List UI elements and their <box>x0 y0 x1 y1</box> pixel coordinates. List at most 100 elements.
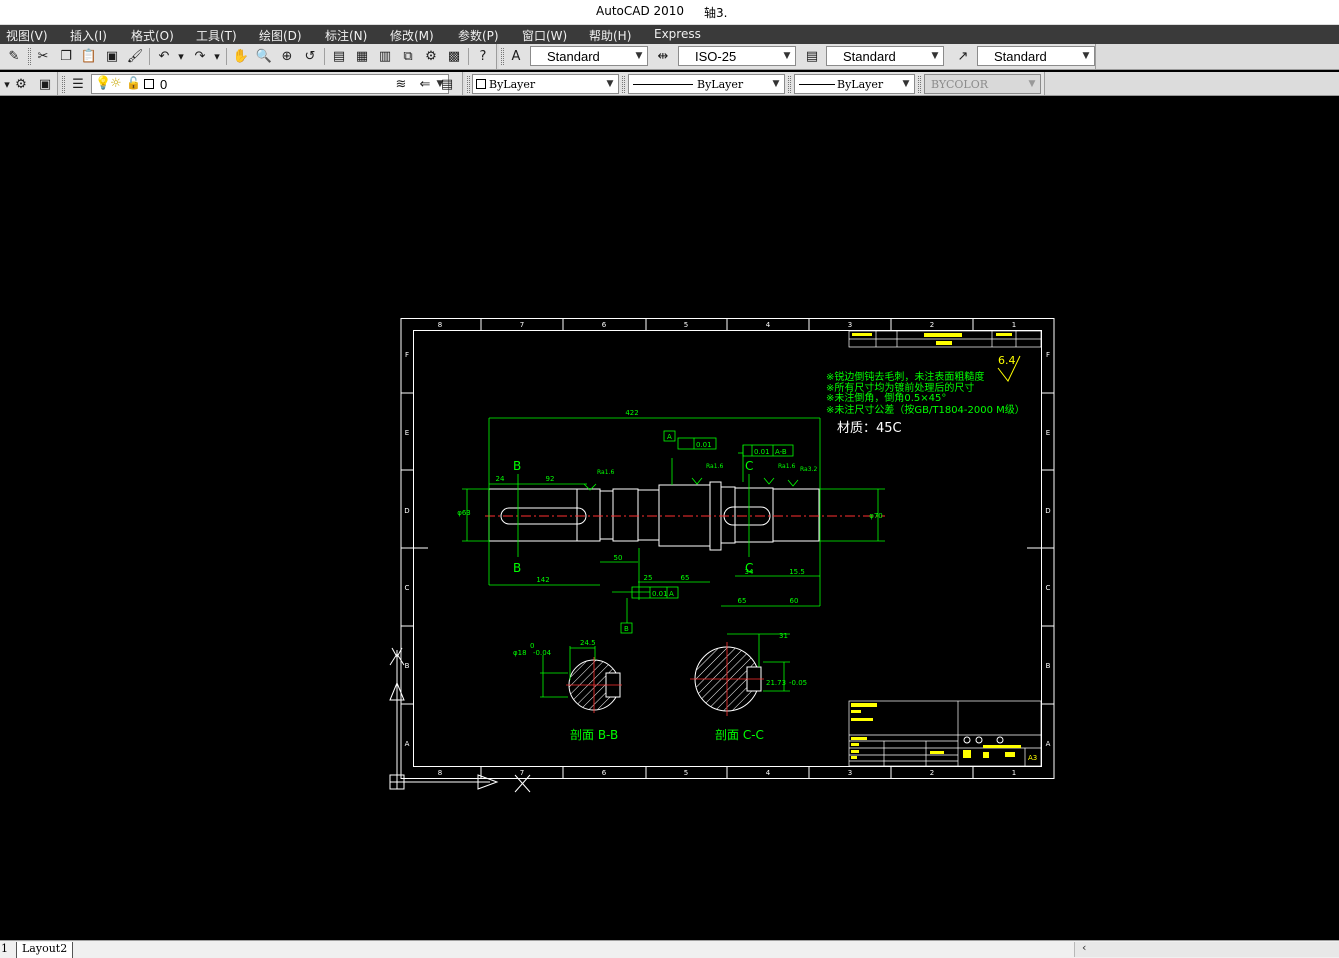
paste-block-icon[interactable]: ▣ <box>103 47 121 65</box>
zoom-previous-icon[interactable]: ↺ <box>301 47 319 65</box>
table-style-value: Standard <box>843 49 896 64</box>
tab-layout-partial[interactable]: 1 <box>1 942 8 958</box>
chevron-down-icon: ▼ <box>1082 51 1090 61</box>
undo-icon[interactable]: ↶ <box>155 47 173 65</box>
tab-layout2[interactable]: Layout2 <box>16 942 74 958</box>
menu-window[interactable]: 窗口(W) <box>522 27 567 44</box>
note-line: ※未注尺寸公差（按GB/T1804-2000 M级） <box>826 403 1025 416</box>
zone-col-label: 8 <box>438 769 442 777</box>
sheet-size: A3 <box>1028 754 1037 762</box>
workspace-toolbar: ▾ ⚙ ▣ <box>0 72 58 95</box>
help-icon[interactable]: ? <box>474 47 492 65</box>
zoom-realtime-icon[interactable]: 🔍 <box>255 47 273 65</box>
dim-style-select[interactable]: ISO-25 ▼ <box>678 46 796 66</box>
lightbulb-icon: 💡 <box>95 76 112 91</box>
layer-color-swatch <box>144 79 154 89</box>
color-value: ByLayer <box>489 78 536 91</box>
roughness-mark: Ra3.2 <box>800 466 817 473</box>
material-label: 材质：45C <box>837 421 902 436</box>
toolbar-grip[interactable] <box>467 76 470 93</box>
match-properties-icon[interactable]: 🖌 <box>126 47 144 65</box>
menu-tools[interactable]: 工具(T) <box>196 27 237 44</box>
toolbar-grip[interactable] <box>788 76 791 93</box>
publish-icon[interactable]: ✎ <box>5 47 23 65</box>
paste-icon[interactable]: 📋 <box>80 47 98 65</box>
multileader-style-icon[interactable]: ↗ <box>954 47 972 65</box>
zone-row-label: E <box>405 429 409 437</box>
dim-65a: 65 <box>681 574 690 582</box>
autocad-window: AutoCAD 2010 轴3. 视图(V) 插入(I) 格式(O) 工具(T)… <box>0 0 1339 958</box>
zone-row-label: A <box>405 740 410 748</box>
workspace-settings-icon[interactable]: ⚙ <box>12 75 30 93</box>
zone-row-label: C <box>405 584 410 592</box>
zone-col-label: 3 <box>848 769 852 777</box>
scroll-left-icon[interactable]: ‹ <box>1082 941 1086 954</box>
make-current-layer-icon[interactable]: ≋ <box>392 75 410 93</box>
toolbar-grip[interactable] <box>622 76 625 93</box>
sheet-set-icon[interactable]: ⧉ <box>399 47 417 65</box>
redo-icon[interactable]: ↷ <box>191 47 209 65</box>
zone-row-label: E <box>1046 429 1050 437</box>
menu-help[interactable]: 帮助(H) <box>589 27 631 44</box>
zone-row-label: F <box>1046 351 1050 359</box>
table-style-icon[interactable]: ▤ <box>803 47 821 65</box>
menu-draw[interactable]: 绘图(D) <box>259 27 302 44</box>
lock-open-icon: 🔓 <box>126 76 141 90</box>
menu-insert[interactable]: 插入(I) <box>70 27 107 44</box>
table-style-select[interactable]: Standard ▼ <box>826 46 944 66</box>
dim-65b: 65 <box>738 597 747 605</box>
styles-toolbar: A Standard ▼ ⇹ ISO-25 ▼ ▤ Standard ▼ ↗ S… <box>499 44 1096 69</box>
cut-icon[interactable]: ✂ <box>34 47 52 65</box>
dim-phi63: φ63 <box>457 509 471 517</box>
toolbar-grip[interactable] <box>62 76 65 93</box>
toolbar-grip[interactable] <box>501 48 504 65</box>
text-style-value: Standard <box>547 49 600 64</box>
toolbar-grip[interactable] <box>28 48 31 65</box>
gdt-value: 0.01 <box>754 448 770 456</box>
lineweight-select[interactable]: ByLayer ▼ <box>794 74 915 94</box>
save-workspace-icon[interactable]: ▣ <box>36 75 54 93</box>
menu-modify[interactable]: 修改(M) <box>390 27 434 44</box>
menu-parametric[interactable]: 参数(P) <box>458 27 499 44</box>
zone-col-label: 6 <box>602 769 607 777</box>
text-style-icon[interactable]: A <box>507 47 525 65</box>
quickcalc-icon[interactable]: ▩ <box>445 47 463 65</box>
dim-style-icon[interactable]: ⇹ <box>654 47 672 65</box>
color-select[interactable]: ByLayer ▼ <box>472 74 619 94</box>
layer-manager-icon[interactable]: ☰ <box>69 75 87 93</box>
multileader-style-select[interactable]: Standard ▼ <box>977 46 1095 66</box>
markup-icon[interactable]: ⚙ <box>422 47 440 65</box>
horizontal-scrollbar[interactable] <box>1074 942 1339 957</box>
design-center-icon[interactable]: ▦ <box>353 47 371 65</box>
tool-palettes-icon[interactable]: ▥ <box>376 47 394 65</box>
dim-overall: 422 <box>625 409 638 417</box>
menu-format[interactable]: 格式(O) <box>131 27 174 44</box>
zone-col-label: 5 <box>684 769 688 777</box>
pan-icon[interactable]: ✋ <box>232 47 250 65</box>
linetype-select[interactable]: ByLayer ▼ <box>628 74 785 94</box>
drawing-canvas[interactable]: 8 7 6 5 4 3 2 1 8 7 6 5 4 3 2 1 F E D C <box>0 96 1339 940</box>
undo-dropdown-icon[interactable]: ▾ <box>172 47 190 65</box>
dim-25: 25 <box>644 574 653 582</box>
separator <box>468 48 469 65</box>
gdt-value: 0.01 <box>652 590 668 598</box>
zone-col-label: 1 <box>1012 321 1016 329</box>
redo-dropdown-icon[interactable]: ▾ <box>208 47 226 65</box>
menu-express[interactable]: Express <box>654 27 701 41</box>
copy-icon[interactable]: ❐ <box>57 47 75 65</box>
text-style-select[interactable]: Standard ▼ <box>530 46 648 66</box>
plot-style-value: BYCOLOR <box>931 78 988 91</box>
zone-col-label: 2 <box>930 321 934 329</box>
properties-icon[interactable]: ▤ <box>330 47 348 65</box>
layer-previous-icon[interactable]: ⇐ <box>416 75 434 93</box>
dim-92: 92 <box>546 475 555 483</box>
lineweight-value: ByLayer <box>837 78 884 91</box>
zoom-window-icon[interactable]: ⊕ <box>278 47 296 65</box>
toolbar-grip[interactable] <box>918 76 921 93</box>
layout-tabs-bar: 1 Layout2 ‹ <box>0 940 1339 958</box>
menu-view[interactable]: 视图(V) <box>6 27 48 44</box>
roughness-value: 6.4 <box>998 354 1016 367</box>
menu-dimension[interactable]: 标注(N) <box>325 27 367 44</box>
layer-state-icon[interactable]: ▤ <box>438 75 456 93</box>
section-cc-label: 剖面 C-C <box>715 728 764 742</box>
